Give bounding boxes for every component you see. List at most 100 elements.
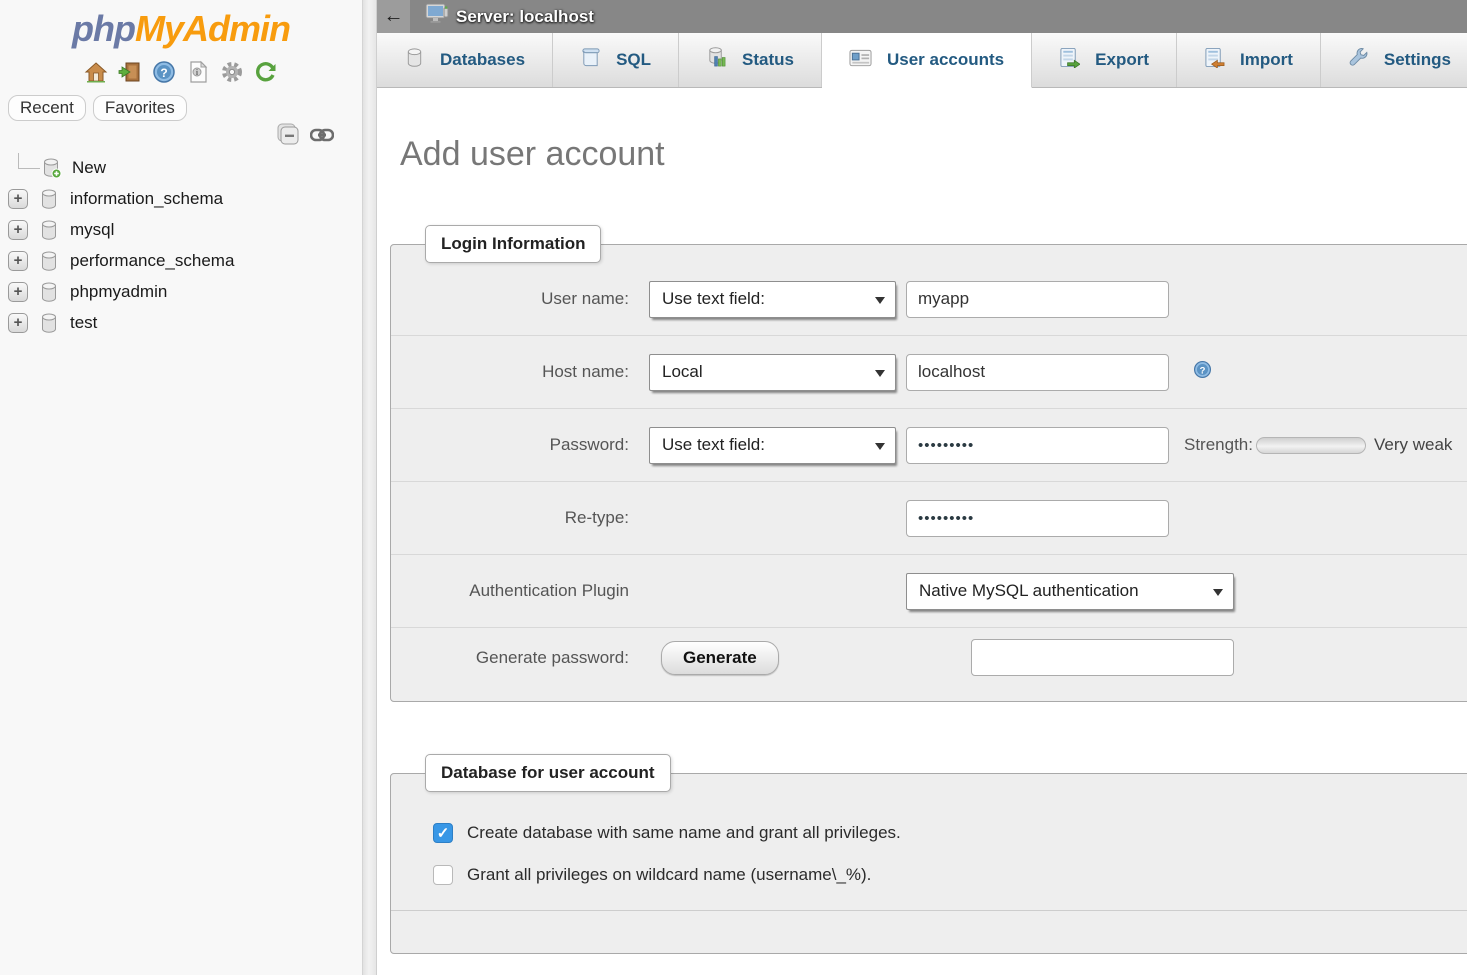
username-row: User name: Use text field: bbox=[391, 263, 1467, 336]
sidebar-nav-icons: ? i bbox=[0, 59, 362, 85]
tab-label: User accounts bbox=[887, 50, 1004, 70]
hostname-row: Host name: Local ? bbox=[391, 336, 1467, 409]
expand-icon[interactable]: + bbox=[8, 189, 28, 209]
database-tree: New + information_schema + mysql + perfo… bbox=[0, 152, 362, 338]
password-type-value: Use text field: bbox=[662, 435, 765, 455]
password-input[interactable] bbox=[906, 427, 1169, 464]
username-type-value: Use text field: bbox=[662, 289, 765, 309]
login-information-fieldset: Login Information User name: Use text fi… bbox=[390, 225, 1467, 702]
logo-php: php bbox=[72, 8, 135, 49]
recent-button[interactable]: Recent bbox=[8, 95, 86, 121]
retype-password-input[interactable] bbox=[906, 500, 1169, 537]
tree-item-label: information_schema bbox=[70, 189, 223, 209]
tree-item-database[interactable]: + phpmyadmin bbox=[0, 276, 362, 307]
sidebar: phpMyAdmin ? i Recent Favorites bbox=[0, 0, 362, 975]
expand-icon[interactable]: + bbox=[8, 313, 28, 333]
logo-myadmin: MyAdmin bbox=[135, 8, 290, 49]
expand-icon[interactable]: + bbox=[8, 251, 28, 271]
tab-label: Databases bbox=[440, 50, 525, 70]
databases-icon bbox=[404, 47, 425, 73]
favorites-button[interactable]: Favorites bbox=[93, 95, 187, 121]
tree-item-database[interactable]: + information_schema bbox=[0, 183, 362, 214]
docs-icon[interactable]: i bbox=[186, 60, 210, 84]
auth-plugin-select[interactable]: Native MySQL authentication bbox=[906, 573, 1234, 610]
status-icon bbox=[706, 47, 727, 73]
phpmyadmin-logo[interactable]: phpMyAdmin bbox=[0, 8, 362, 50]
create-database-option[interactable]: ✓ Create database with same name and gra… bbox=[433, 812, 1467, 854]
logout-icon[interactable] bbox=[118, 60, 142, 84]
checkbox-label: Grant all privileges on wildcard name (u… bbox=[467, 865, 871, 885]
user-accounts-icon bbox=[849, 48, 872, 73]
import-icon bbox=[1204, 47, 1225, 73]
panel-resize-divider[interactable] bbox=[362, 0, 377, 975]
password-row: Password: Use text field: Strength: Very… bbox=[391, 409, 1467, 482]
generate-button[interactable]: Generate bbox=[661, 641, 779, 675]
tab-import[interactable]: Import bbox=[1177, 33, 1321, 87]
checkbox-rows: ✓ Create database with same name and gra… bbox=[391, 792, 1467, 896]
chevron-down-icon bbox=[875, 443, 885, 450]
password-label: Password: bbox=[391, 435, 629, 455]
refresh-icon[interactable] bbox=[254, 60, 278, 84]
tree-item-label: New bbox=[72, 158, 106, 178]
back-arrow-button[interactable]: ← bbox=[377, 0, 410, 33]
generated-password-input[interactable] bbox=[971, 639, 1234, 676]
page-title: Add user account bbox=[400, 135, 1467, 174]
tree-item-new[interactable]: New bbox=[0, 152, 362, 183]
wrench-icon bbox=[1348, 47, 1369, 73]
tab-label: Import bbox=[1240, 50, 1293, 70]
tree-item-database[interactable]: + mysql bbox=[0, 214, 362, 245]
expand-icon[interactable]: + bbox=[8, 220, 28, 240]
tab-bar: Databases SQL Status User accounts Expor… bbox=[377, 33, 1467, 88]
server-bar: ← Server: localhost bbox=[377, 0, 1467, 33]
grant-wildcard-option[interactable]: ✓ Grant all privileges on wildcard name … bbox=[433, 854, 1467, 896]
generate-password-row: Generate password: Generate bbox=[391, 628, 1467, 701]
tab-label: Status bbox=[742, 50, 794, 70]
tab-label: SQL bbox=[616, 50, 651, 70]
quick-buttons: Recent Favorites bbox=[8, 95, 362, 121]
hostname-type-select[interactable]: Local bbox=[649, 354, 896, 391]
tab-settings[interactable]: Settings bbox=[1321, 33, 1467, 87]
settings-gear-icon[interactable] bbox=[220, 60, 244, 84]
hostname-type-value: Local bbox=[662, 362, 703, 382]
hostname-label: Host name: bbox=[391, 362, 629, 382]
login-information-legend: Login Information bbox=[425, 225, 601, 263]
server-icon bbox=[425, 3, 449, 30]
tree-item-database[interactable]: + performance_schema bbox=[0, 245, 362, 276]
retype-label: Re-type: bbox=[391, 508, 629, 528]
chevron-down-icon bbox=[875, 297, 885, 304]
tab-databases[interactable]: Databases bbox=[377, 33, 553, 87]
create-database-checkbox[interactable]: ✓ bbox=[433, 823, 453, 843]
link-icon[interactable] bbox=[310, 127, 334, 148]
tree-controls bbox=[275, 122, 334, 153]
grant-wildcard-checkbox[interactable]: ✓ bbox=[433, 865, 453, 885]
checkbox-label: Create database with same name and grant… bbox=[467, 823, 901, 843]
hostname-input[interactable] bbox=[906, 354, 1169, 391]
database-icon bbox=[38, 281, 60, 303]
database-for-user-legend: Database for user account bbox=[425, 754, 671, 792]
help-icon[interactable]: ? bbox=[152, 60, 176, 84]
tab-status[interactable]: Status bbox=[679, 33, 822, 87]
collapse-all-icon[interactable] bbox=[275, 122, 301, 153]
strength-text: Very weak bbox=[1374, 435, 1452, 455]
expand-icon[interactable]: + bbox=[8, 282, 28, 302]
password-type-select[interactable]: Use text field: bbox=[649, 427, 896, 464]
hostname-help-icon[interactable]: ? bbox=[1193, 360, 1212, 384]
username-label: User name: bbox=[391, 289, 629, 309]
username-type-select[interactable]: Use text field: bbox=[649, 281, 896, 318]
tree-item-database[interactable]: + test bbox=[0, 307, 362, 338]
auth-plugin-value: Native MySQL authentication bbox=[919, 581, 1139, 601]
sql-icon bbox=[580, 47, 601, 73]
username-input[interactable] bbox=[906, 281, 1169, 318]
tab-sql[interactable]: SQL bbox=[553, 33, 679, 87]
new-database-icon bbox=[40, 157, 62, 179]
tab-user-accounts[interactable]: User accounts bbox=[822, 33, 1032, 88]
database-for-user-fieldset: Database for user account ✓ Create datab… bbox=[390, 754, 1467, 954]
svg-text:?: ? bbox=[160, 66, 167, 80]
page-content: Add user account Login Information User … bbox=[377, 135, 1467, 954]
tab-export[interactable]: Export bbox=[1032, 33, 1177, 87]
check-icon: ✓ bbox=[437, 826, 450, 841]
home-icon[interactable] bbox=[84, 60, 108, 84]
server-label: Server: localhost bbox=[456, 7, 594, 27]
strength-meter bbox=[1256, 437, 1366, 454]
chevron-down-icon bbox=[875, 370, 885, 377]
